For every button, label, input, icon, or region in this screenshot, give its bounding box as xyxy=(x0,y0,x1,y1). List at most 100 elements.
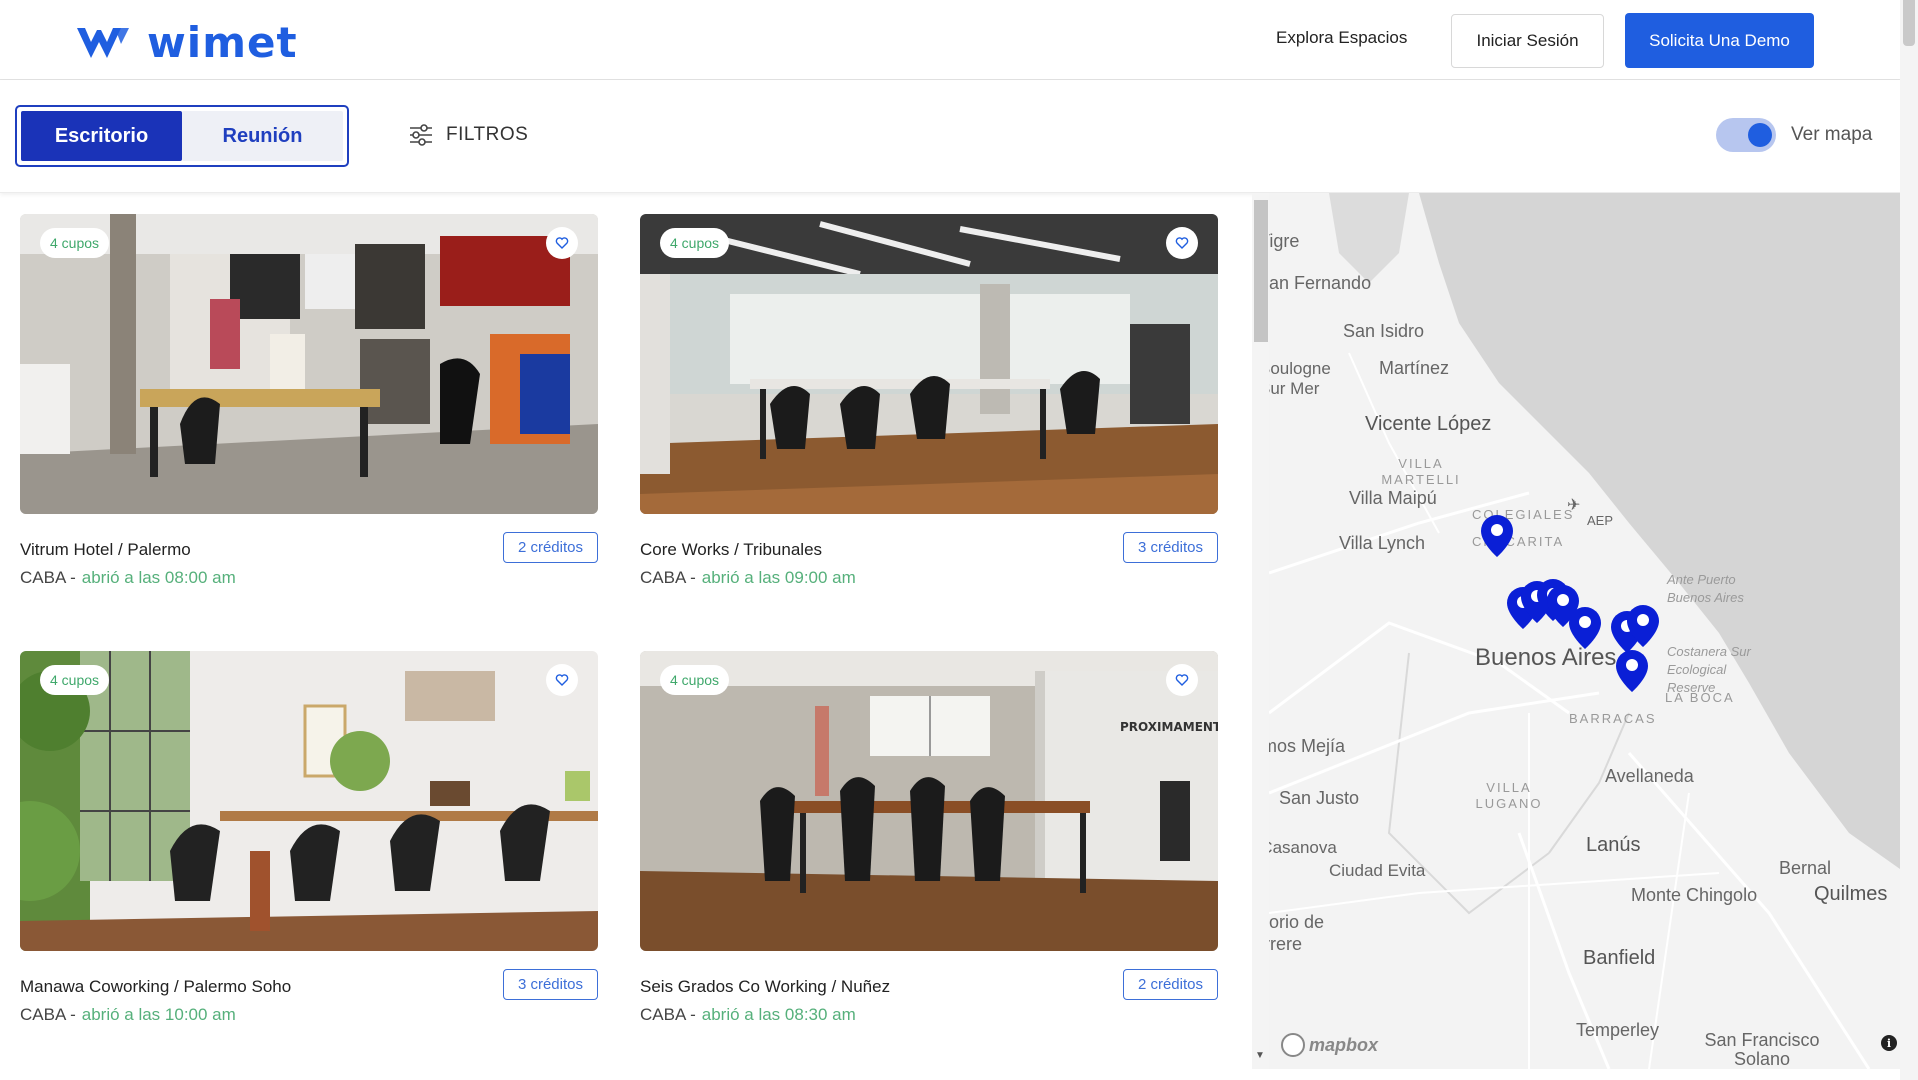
listing-photo[interactable]: 4 cupos xyxy=(20,651,598,951)
credits-badge: 3 créditos xyxy=(502,969,598,1000)
listing-scrollbar-thumb[interactable] xyxy=(1254,200,1268,342)
map-label-casanova: Isidro Casanova xyxy=(1269,838,1337,857)
mapbox-attribution[interactable]: mapbox xyxy=(1281,1033,1378,1057)
proximamente-sign: PROXIMAMENTE xyxy=(1120,720,1218,734)
listing-location: CABA - abrió a las 10:00 am xyxy=(20,1005,236,1025)
map-view[interactable]: Tigre San Fernando San Isidro Boulogne S… xyxy=(1269,193,1900,1069)
brand-logo[interactable]: wimet xyxy=(75,18,298,67)
map-label-ramos-mejia: Ramos Mejía xyxy=(1269,736,1346,756)
listing-title[interactable]: Core Works / Tribunales xyxy=(640,540,822,560)
map-label-villa-maipu: Villa Maipú xyxy=(1349,488,1437,508)
map-label-san-francisco-solano: San Francisco Solano xyxy=(1704,1030,1820,1069)
opening-time: abrió a las 09:00 am xyxy=(701,568,856,587)
office-photo-image xyxy=(20,651,598,951)
heart-icon xyxy=(555,237,569,249)
map-label-vicente-lopez: Vicente López xyxy=(1365,413,1492,435)
listing-photo[interactable]: 4 cupos xyxy=(640,214,1218,514)
listing-city: CABA - xyxy=(20,568,76,587)
map-label-barracas: BARRACAS xyxy=(1569,711,1657,726)
listing-card[interactable]: PROXIMAMENTE 4 cupos Seis Grados Co Work… xyxy=(640,651,1218,1024)
map-toggle-switch[interactable] xyxy=(1716,118,1776,152)
credits-badge: 2 créditos xyxy=(502,532,598,563)
map-label-villa-lynch: Villa Lynch xyxy=(1339,533,1426,553)
listing-card[interactable]: 4 cupos Manawa Coworking / Palermo Soho … xyxy=(20,651,598,1024)
listing-city: CABA - xyxy=(20,1005,76,1024)
filters-button[interactable]: FILTROS xyxy=(408,123,528,147)
map-pin-icon[interactable] xyxy=(1567,605,1603,651)
space-type-toggle: Escritorio Reunión xyxy=(15,105,349,167)
map-pin-icon[interactable] xyxy=(1479,513,1515,559)
map-label-monte-chingolo: Monte Chingolo xyxy=(1631,885,1758,905)
capacity-badge: 4 cupos xyxy=(40,665,110,695)
airport-icon: ✈ xyxy=(1567,497,1581,514)
opening-time: abrió a las 10:00 am xyxy=(81,1005,236,1024)
listing-card[interactable]: 4 cupos Vitrum Hotel / Palermo 2 crédito… xyxy=(20,214,598,587)
map-label-avellaneda: Avellaneda xyxy=(1605,766,1694,786)
scroll-down-arrow-icon[interactable]: ▼ xyxy=(1253,1050,1267,1064)
listing-title[interactable]: Seis Grados Co Working / Nuñez xyxy=(640,977,890,997)
heart-icon xyxy=(1175,674,1189,686)
request-demo-button[interactable]: Solicita Una Demo xyxy=(1625,13,1814,68)
map-label-tigre: Tigre xyxy=(1269,231,1300,251)
wimet-logo-icon xyxy=(77,27,129,58)
info-icon[interactable]: i xyxy=(1881,1035,1897,1051)
map-label-ciudad-evita: Ciudad Evita xyxy=(1329,861,1426,880)
office-photo-image: PROXIMAMENTE xyxy=(640,651,1218,951)
listing-location: CABA - abrió a las 09:00 am xyxy=(640,568,856,588)
map-label-boulogne: Boulogne Sur Mer xyxy=(1269,359,1331,398)
listing-city: CABA - xyxy=(640,568,696,587)
heart-icon xyxy=(555,674,569,686)
map-pin-icon[interactable] xyxy=(1625,603,1661,649)
office-photo-image xyxy=(640,214,1218,514)
favorite-button[interactable] xyxy=(1166,227,1198,259)
credits-badge: 2 créditos xyxy=(1122,969,1218,1000)
map-label-costanera: Costanera Sur Ecological Reserve xyxy=(1667,644,1751,695)
map-toggle-label: Ver mapa xyxy=(1791,124,1873,145)
listing-location: CABA - abrió a las 08:00 am xyxy=(20,568,236,588)
map-label-san-justo: San Justo xyxy=(1279,788,1360,808)
office-photo-image xyxy=(20,214,598,514)
tab-escritorio[interactable]: Escritorio xyxy=(21,111,182,161)
mapbox-label: mapbox xyxy=(1309,1034,1379,1055)
filter-bar: Escritorio Reunión FILTROS Ver mapa xyxy=(0,80,1900,193)
toggle-knob xyxy=(1748,123,1772,147)
capacity-badge: 4 cupos xyxy=(660,665,730,695)
map-label-villa-lugano: VILLA LUGANO xyxy=(1475,780,1543,811)
listing-card[interactable]: 4 cupos Core Works / Tribunales 3 crédit… xyxy=(640,214,1218,587)
map-label-villa-martelli: VILLA MARTELLI xyxy=(1381,456,1461,487)
listing-photo[interactable]: 4 cupos xyxy=(20,214,598,514)
opening-time: abrió a las 08:00 am xyxy=(81,568,236,587)
filters-label: FILTROS xyxy=(446,124,529,145)
map-label-la-boca: LA BOCA xyxy=(1665,690,1735,705)
tab-reunion[interactable]: Reunión xyxy=(182,111,343,161)
listing-location: CABA - abrió a las 08:30 am xyxy=(640,1005,856,1025)
map-pin-icon[interactable] xyxy=(1614,648,1650,694)
map-label-ante-puerto: Ante Puerto Buenos Aires xyxy=(1667,572,1744,605)
page-scrollbar-thumb[interactable] xyxy=(1903,0,1915,46)
listing-city: CABA - xyxy=(640,1005,696,1024)
mapbox-logo-icon xyxy=(1281,1033,1305,1057)
favorite-button[interactable] xyxy=(546,227,578,259)
sliders-icon xyxy=(410,124,432,146)
favorite-button[interactable] xyxy=(1166,664,1198,696)
map-label-aep: AEP xyxy=(1587,513,1614,528)
listing-photo[interactable]: PROXIMAMENTE 4 cupos xyxy=(640,651,1218,951)
map-label-san-fernando: San Fernando xyxy=(1269,273,1372,293)
opening-time: abrió a las 08:30 am xyxy=(701,1005,856,1024)
capacity-badge: 4 cupos xyxy=(40,228,110,258)
map-label-gregorio: Gregorio de Laferrere xyxy=(1269,912,1325,954)
listing-title[interactable]: Manawa Coworking / Palermo Soho xyxy=(20,977,291,997)
map-label-bernal: Bernal xyxy=(1779,858,1832,878)
explore-spaces-link[interactable]: Explora Espacios xyxy=(1276,28,1407,48)
heart-icon xyxy=(1175,237,1189,249)
listing-title[interactable]: Vitrum Hotel / Palermo xyxy=(20,540,191,560)
map-label-san-isidro: San Isidro xyxy=(1343,321,1425,341)
capacity-badge: 4 cupos xyxy=(660,228,730,258)
favorite-button[interactable] xyxy=(546,664,578,696)
map-label-banfield: Banfield xyxy=(1583,947,1656,969)
map-label-quilmes: Quilmes xyxy=(1814,883,1888,905)
login-button[interactable]: Iniciar Sesión xyxy=(1451,14,1604,68)
credits-badge: 3 créditos xyxy=(1122,532,1218,563)
brand-name: wimet xyxy=(147,18,298,67)
page-scrollbar[interactable] xyxy=(1900,0,1918,1080)
